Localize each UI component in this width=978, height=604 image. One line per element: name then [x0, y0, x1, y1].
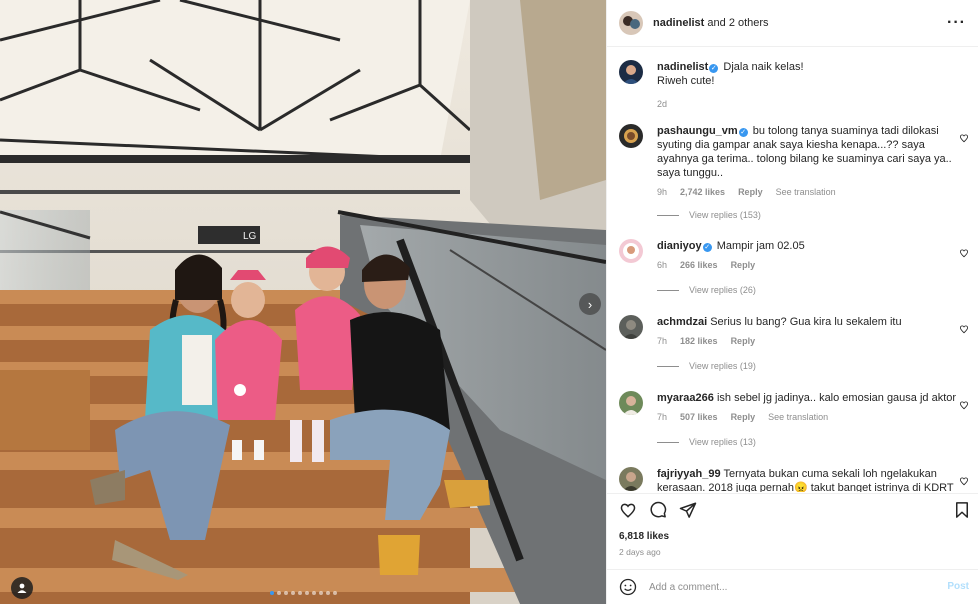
reply-button[interactable]: Reply: [731, 258, 756, 272]
heart-icon[interactable]: [959, 133, 969, 143]
carousel-dot: [277, 591, 281, 595]
reply-button[interactable]: Reply: [731, 410, 756, 424]
heart-icon[interactable]: [959, 248, 969, 258]
reply-button[interactable]: Reply: [738, 185, 763, 199]
post-author: nadinelist and 2 others: [653, 17, 769, 29]
caption-username[interactable]: nadinelist: [657, 61, 708, 73]
heart-icon[interactable]: [959, 400, 969, 410]
comment-username[interactable]: dianiyoy: [657, 240, 702, 252]
comment-time: 7h: [657, 336, 668, 346]
carousel-dot: [284, 591, 288, 595]
view-replies-button[interactable]: View replies (26): [657, 285, 756, 295]
view-replies-button[interactable]: View replies (19): [657, 361, 756, 371]
post-header: nadinelist and 2 others ···: [607, 0, 978, 47]
emoji-icon[interactable]: [619, 578, 637, 596]
caption-text-line1: Djala naik kelas!: [723, 61, 804, 73]
verified-badge-icon: ✓: [709, 64, 719, 73]
comment-time: 9h: [657, 187, 668, 197]
comment-likes[interactable]: 182 likes: [680, 334, 718, 348]
post-actions: [607, 493, 978, 523]
author-username[interactable]: nadinelist: [653, 17, 704, 29]
verified-badge-icon: ✓: [738, 128, 748, 137]
post-photo[interactable]: LG ›: [0, 0, 606, 604]
carousel-indicator: [270, 591, 337, 595]
bookmark-icon[interactable]: [953, 501, 971, 519]
tagged-users-button[interactable]: [11, 577, 33, 599]
view-replies-button[interactable]: View replies (153): [657, 210, 761, 220]
comment-text: Serius lu bang? Gua kira lu sekalem itu: [710, 316, 902, 328]
comment-icon[interactable]: [649, 501, 667, 519]
comment-username[interactable]: myaraa266: [657, 392, 714, 404]
heart-icon[interactable]: [619, 501, 637, 519]
commenter-avatar[interactable]: [619, 467, 643, 491]
more-options-icon[interactable]: ···: [947, 14, 966, 32]
see-translation-link[interactable]: See translation: [776, 185, 836, 199]
view-replies-button[interactable]: View replies (13): [657, 437, 756, 447]
see-translation-link[interactable]: See translation: [768, 410, 828, 424]
post-comment-button[interactable]: Post: [947, 581, 969, 592]
carousel-dot: [291, 591, 295, 595]
post-details-panel: nadinelist and 2 others ··· nadinelist ✓ …: [606, 0, 978, 604]
view-replies-label: View replies (13): [689, 437, 756, 447]
carousel-dot: [312, 591, 316, 595]
commenter-avatar[interactable]: [619, 391, 643, 415]
comment-likes[interactable]: 507 likes: [680, 410, 718, 424]
heart-icon[interactable]: [959, 476, 969, 486]
caption-avatar[interactable]: [619, 60, 643, 84]
family-on-stairs-photo: LG: [0, 0, 606, 604]
comment-input[interactable]: [649, 581, 919, 593]
reply-button[interactable]: Reply: [731, 334, 756, 348]
carousel-dot: [333, 591, 337, 595]
view-replies-label: View replies (19): [689, 361, 756, 371]
post-date: 2 days ago: [619, 547, 661, 557]
caption-body: nadinelist ✓ Djala naik kelas! Riweh cute…: [657, 60, 957, 111]
instagram-post: LG › nadinelist and 2 others ··· nadinel…: [0, 0, 978, 604]
caption-time: 2d: [657, 99, 668, 109]
coauthors-link[interactable]: and 2 others: [707, 17, 768, 29]
share-icon[interactable]: [679, 501, 697, 519]
comment-text: ish sebel jg jadinya.. kalo emosian gaus…: [716, 392, 957, 404]
comment-time: 7h: [657, 412, 668, 422]
next-photo-button[interactable]: ›: [579, 293, 601, 315]
carousel-dot: [305, 591, 309, 595]
verified-badge-icon: ✓: [702, 243, 712, 252]
likes-count[interactable]: 6,818 likes: [619, 531, 669, 542]
comments-list[interactable]: nadinelist ✓ Djala naik kelas! Riweh cute…: [607, 48, 978, 492]
view-replies-label: View replies (26): [689, 285, 756, 295]
comment-username[interactable]: fajriyyah_99: [657, 468, 721, 480]
carousel-dot: [298, 591, 302, 595]
carousel-dot: [326, 591, 330, 595]
commenter-avatar[interactable]: [619, 315, 643, 339]
view-replies-label: View replies (153): [689, 210, 761, 220]
carousel-dot: [319, 591, 323, 595]
comment-username[interactable]: achmdzai: [657, 316, 707, 328]
caption-text-line2: Riweh cute!: [657, 75, 715, 87]
author-avatar[interactable]: [619, 11, 643, 35]
commenter-avatar[interactable]: [619, 239, 643, 263]
comment-time: 6h: [657, 260, 668, 270]
carousel-dot: [270, 591, 274, 595]
comment-likes[interactable]: 266 likes: [680, 258, 718, 272]
floor-sign-text: LG: [243, 231, 257, 242]
heart-icon[interactable]: [959, 324, 969, 334]
commenter-avatar[interactable]: [619, 124, 643, 148]
comment-text: Mampir jam 02.05: [716, 240, 805, 252]
add-comment-bar: Post: [607, 569, 978, 604]
chevron-right-icon: ›: [587, 296, 593, 312]
comment-username[interactable]: pashaungu_vm: [657, 125, 738, 137]
comment-likes[interactable]: 2,742 likes: [680, 185, 725, 199]
user-tag-icon: [17, 583, 27, 593]
